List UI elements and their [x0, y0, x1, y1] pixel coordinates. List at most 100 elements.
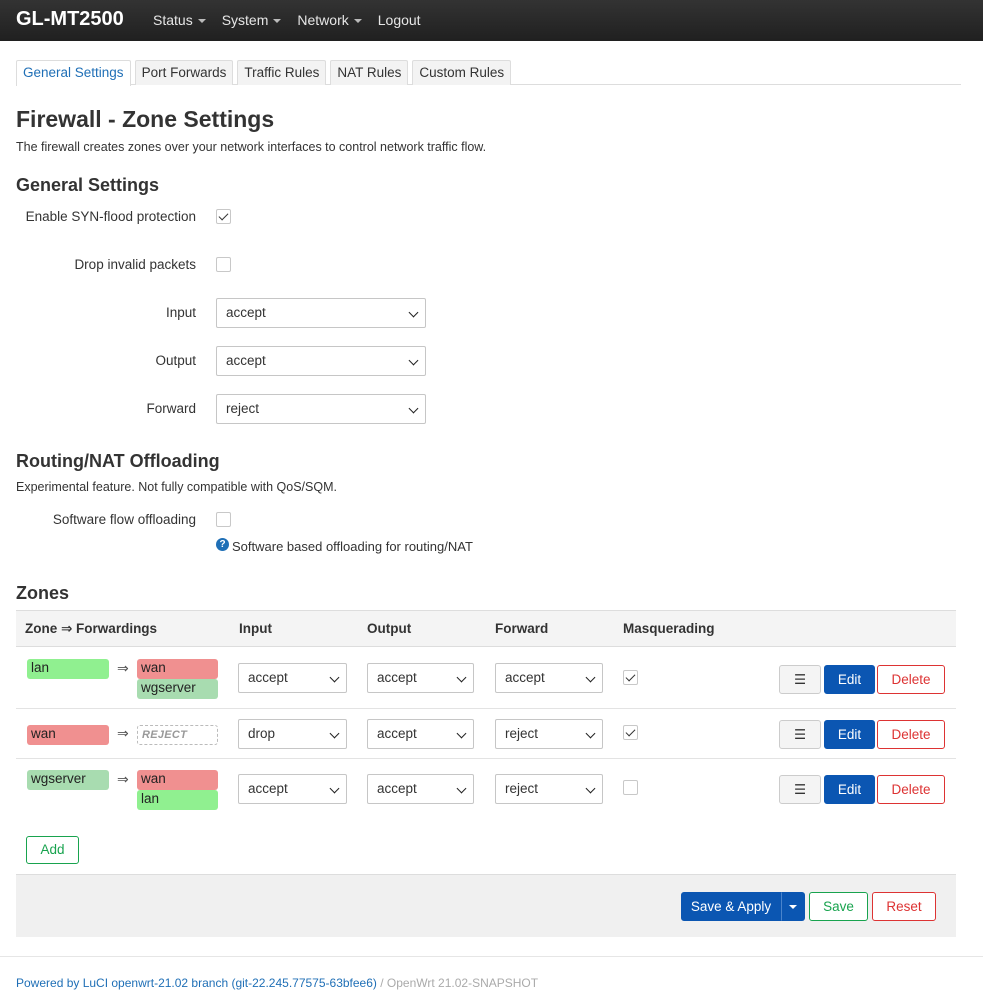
delete-button[interactable]: Delete — [877, 720, 945, 749]
brand-logo[interactable]: GL-MT2500 — [16, 8, 124, 31]
zone-output-select[interactable]: accept — [367, 719, 474, 749]
zone-output-select[interactable]: accept — [367, 774, 474, 804]
menu-logout-label: Logout — [377, 12, 421, 28]
zone-forward-select[interactable]: reject — [495, 719, 603, 749]
edit-button[interactable]: Edit — [824, 775, 875, 804]
output-policy-select[interactable]: accept — [216, 346, 426, 376]
drag-menu-button[interactable]: ☰ — [779, 775, 821, 804]
zone-input-select[interactable]: drop — [238, 719, 347, 749]
fwd-badge-reject: REJECT — [137, 725, 218, 745]
col-output: Output — [367, 621, 412, 636]
menu-logout[interactable]: Logout — [370, 0, 429, 41]
tab-traffic-rules[interactable]: Traffic Rules — [237, 60, 327, 85]
input-policy-label: Input — [165, 305, 196, 320]
action-bar: Save & Apply Save Reset — [16, 874, 956, 937]
reset-button[interactable]: Reset — [872, 892, 936, 921]
zone-input-select[interactable]: accept — [238, 663, 347, 693]
masquerading-checkbox[interactable] — [623, 725, 638, 740]
footer-text: Powered by LuCI openwrt-21.02 branch (gi… — [16, 976, 538, 990]
syn-flood-checkbox[interactable] — [216, 209, 231, 224]
fwd-badge-wgserver: wgserver — [137, 679, 218, 699]
chevron-down-icon — [456, 783, 467, 794]
masquerading-checkbox[interactable] — [623, 780, 638, 795]
fwd-badge-wan: wan — [137, 659, 218, 679]
zone-output-select[interactable]: accept — [367, 663, 474, 693]
chevron-down-icon — [329, 672, 340, 683]
zone-forward-select[interactable]: accept — [495, 663, 603, 693]
zone-input-value: accept — [248, 670, 288, 685]
drop-invalid-label: Drop invalid packets — [74, 257, 196, 272]
chevron-down-icon — [585, 783, 596, 794]
chevron-down-icon — [585, 728, 596, 739]
edit-button[interactable]: Edit — [824, 720, 875, 749]
offloading-heading: Routing/NAT Offloading — [16, 451, 220, 471]
zone-badge-wan: wan — [27, 725, 109, 745]
question-icon: ? — [216, 538, 229, 551]
menu-status-label: Status — [153, 12, 193, 28]
fwd-badge-lan: lan — [137, 790, 218, 810]
forward-arrow-icon: ⇒ — [117, 771, 129, 787]
page-title: Firewall - Zone Settings — [16, 106, 275, 132]
sw-offload-help: Software based offloading for routing/NA… — [232, 539, 473, 554]
zone-forward-select[interactable]: reject — [495, 774, 603, 804]
general-settings-heading: General Settings — [16, 175, 160, 195]
drag-menu-button[interactable]: ☰ — [779, 665, 821, 694]
menu-status[interactable]: Status — [145, 0, 214, 41]
tab-port-forwards[interactable]: Port Forwards — [134, 60, 234, 85]
caret-down-icon — [353, 19, 362, 24]
chevron-down-icon — [329, 783, 340, 794]
forward-policy-label: Forward — [146, 401, 196, 416]
col-zone: Zone ⇒ Forwardings — [25, 621, 158, 636]
tab-custom-rules[interactable]: Custom Rules — [412, 60, 512, 85]
forward-arrow-icon: ⇒ — [117, 660, 129, 676]
powered-by-link[interactable]: Powered by LuCI openwrt-21.02 branch (gi… — [16, 976, 377, 990]
chevron-down-icon — [585, 672, 596, 683]
tab-nat-rules[interactable]: NAT Rules — [330, 60, 409, 85]
caret-down-icon — [197, 19, 206, 24]
page-description: The firewall creates zones over your net… — [16, 140, 487, 154]
zone-badge-lan: lan — [27, 659, 109, 679]
caret-down-icon — [789, 905, 797, 910]
zone-output-value: accept — [377, 726, 417, 741]
zone-forward-value: accept — [505, 670, 545, 685]
chevron-down-icon — [408, 307, 419, 318]
add-zone-button[interactable]: Add — [26, 836, 79, 864]
zone-badge-wgserver: wgserver — [27, 770, 109, 790]
forward-policy-value: reject — [226, 401, 260, 416]
table-row: lan ⇒ wan wgserver accept accept accept … — [16, 648, 956, 709]
zones-table-header: Zone ⇒ Forwardings Input Output Forward … — [16, 610, 956, 647]
save-apply-button[interactable]: Save & Apply — [681, 892, 781, 921]
zone-input-value: accept — [248, 781, 288, 796]
output-policy-label: Output — [155, 353, 196, 368]
menu-network-label: Network — [297, 12, 349, 28]
page-footer: Powered by LuCI openwrt-21.02 branch (gi… — [0, 956, 983, 995]
drag-menu-button[interactable]: ☰ — [779, 720, 821, 749]
col-forward: Forward — [495, 621, 549, 636]
top-navbar: GL-MT2500 Status System Network Logout — [0, 0, 983, 41]
delete-button[interactable]: Delete — [877, 775, 945, 804]
offloading-description: Experimental feature. Not fully compatib… — [16, 480, 337, 494]
edit-button[interactable]: Edit — [824, 665, 875, 694]
menu-network[interactable]: Network — [289, 0, 369, 41]
chevron-down-icon — [329, 728, 340, 739]
zone-output-value: accept — [377, 670, 417, 685]
save-button[interactable]: Save — [809, 892, 868, 921]
input-policy-select[interactable]: accept — [216, 298, 426, 328]
tab-general-settings[interactable]: General Settings — [16, 60, 131, 86]
sw-offload-checkbox[interactable] — [216, 512, 231, 527]
main-menu: Status System Network Logout — [145, 0, 429, 41]
tab-bar: General Settings Port Forwards Traffic R… — [16, 60, 961, 86]
caret-down-icon — [273, 19, 282, 24]
col-masquerading: Masquerading — [623, 621, 715, 636]
menu-system[interactable]: System — [214, 0, 290, 41]
zone-forward-value: reject — [505, 726, 539, 741]
zone-input-select[interactable]: accept — [238, 774, 347, 804]
drop-invalid-checkbox[interactable] — [216, 257, 231, 272]
save-apply-dropdown[interactable] — [781, 892, 805, 921]
masquerading-checkbox[interactable] — [623, 670, 638, 685]
forward-policy-select[interactable]: reject — [216, 394, 426, 424]
menu-system-label: System — [221, 12, 269, 28]
forward-arrow-icon: ⇒ — [117, 725, 129, 741]
col-input: Input — [239, 621, 272, 636]
delete-button[interactable]: Delete — [877, 665, 945, 694]
